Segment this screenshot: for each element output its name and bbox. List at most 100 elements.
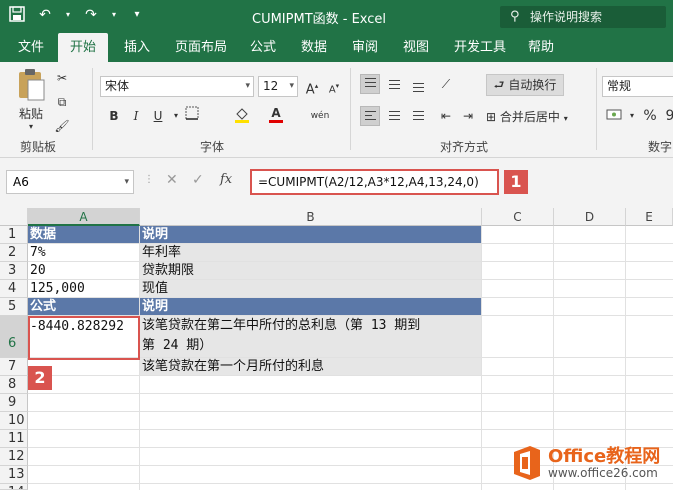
- redo-icon[interactable]: ↷: [82, 6, 100, 24]
- accounting-format-icon[interactable]: [604, 106, 624, 126]
- row-header-1[interactable]: 1: [0, 226, 28, 244]
- cell-b4[interactable]: 现值: [140, 280, 482, 298]
- number-format-select[interactable]: 常规: [602, 76, 673, 97]
- search-placeholder: 操作说明搜索: [530, 10, 603, 24]
- grow-font-icon[interactable]: A▴: [302, 76, 322, 97]
- column-header-e[interactable]: E: [626, 208, 673, 226]
- comma-style-button[interactable]: 9: [660, 106, 673, 126]
- tab-data[interactable]: 数据: [301, 33, 327, 62]
- row-header-3[interactable]: 3: [0, 262, 28, 280]
- tab-formulas[interactable]: 公式: [250, 33, 276, 62]
- tab-help[interactable]: 帮助: [528, 33, 554, 62]
- customize-qat-icon[interactable]: ▾: [128, 6, 146, 24]
- cell-a1[interactable]: 数据: [28, 226, 140, 244]
- column-header-a[interactable]: A: [28, 208, 140, 226]
- bold-button[interactable]: B: [104, 106, 124, 126]
- paste-button[interactable]: 粘贴 ▾: [14, 68, 48, 131]
- row-header-14[interactable]: 14: [0, 484, 28, 490]
- tab-view[interactable]: 视图: [403, 33, 429, 62]
- save-icon[interactable]: [8, 6, 26, 24]
- align-right-button[interactable]: [408, 106, 428, 126]
- name-box[interactable]: A6 ▾: [6, 170, 134, 194]
- tab-home[interactable]: 开始: [58, 33, 109, 62]
- copy-icon[interactable]: ⧉: [52, 92, 72, 112]
- ribbon-collapse-chevron-icon[interactable]: ⌃: [653, 148, 660, 157]
- row-header-10[interactable]: 10: [0, 412, 28, 430]
- column-header-c[interactable]: C: [482, 208, 554, 226]
- row-header-11[interactable]: 11: [0, 430, 28, 448]
- cell-b2[interactable]: 年利率: [140, 244, 482, 262]
- ribbon-separator: [92, 68, 93, 150]
- row-header-8[interactable]: 8: [0, 376, 28, 394]
- row-header-13[interactable]: 13: [0, 466, 28, 484]
- align-center-button[interactable]: [384, 106, 404, 126]
- row-header-5[interactable]: 5: [0, 298, 28, 316]
- cell-a4[interactable]: 125,000: [28, 280, 140, 298]
- bottom-align-button[interactable]: [408, 74, 428, 94]
- font-size-select[interactable]: 12 ▾: [258, 76, 298, 97]
- ribbon-separator: [350, 68, 351, 150]
- insert-function-icon[interactable]: fx: [220, 172, 232, 187]
- format-painter-icon[interactable]: 🖌: [52, 116, 72, 136]
- accounting-dropdown-icon[interactable]: ▾: [622, 106, 642, 126]
- redo-dropdown-icon[interactable]: ▾: [110, 6, 118, 24]
- phonetic-icon[interactable]: wén: [310, 106, 330, 126]
- cell-b5[interactable]: 说明: [140, 298, 482, 316]
- font-name-select[interactable]: 宋体 ▾: [100, 76, 254, 97]
- tab-file[interactable]: 文件: [18, 33, 44, 62]
- undo-icon[interactable]: ↶: [36, 6, 54, 24]
- shrink-font-icon[interactable]: A▾: [324, 76, 344, 96]
- top-align-button[interactable]: [360, 74, 380, 94]
- merge-center-button[interactable]: ⊞ 合并后居中 ▾: [486, 106, 586, 128]
- tab-page-layout[interactable]: 页面布局: [175, 33, 227, 62]
- cancel-icon[interactable]: ✕: [166, 172, 178, 188]
- percent-button[interactable]: %: [640, 106, 660, 126]
- group-label-font: 字体: [200, 140, 225, 154]
- orientation-icon[interactable]: ⟋: [436, 74, 456, 94]
- selected-cell-highlight: [28, 316, 140, 360]
- cell-b6[interactable]: 该笔贷款在第二年中所付的总利息（第 13 期到 第 24 期）: [140, 316, 482, 358]
- select-all-corner[interactable]: [0, 208, 28, 226]
- watermark-brand: Office教程网: [548, 446, 661, 467]
- underline-button[interactable]: U: [148, 106, 168, 126]
- row-header-7[interactable]: 7: [0, 358, 28, 376]
- tell-me-search[interactable]: ⚲ 操作说明搜索: [500, 6, 666, 28]
- tab-developer[interactable]: 开发工具: [454, 33, 506, 62]
- row-header-9[interactable]: 9: [0, 394, 28, 412]
- wrap-text-button[interactable]: ⮐ 自动换行: [486, 74, 564, 96]
- chevron-down-icon: ▾: [563, 114, 568, 123]
- undo-dropdown-icon[interactable]: ▾: [64, 6, 72, 24]
- cell-b7[interactable]: 该笔贷款在第一个月所付的利息: [140, 358, 482, 376]
- wrap-text-icon: ⮐: [493, 78, 505, 92]
- middle-align-button[interactable]: [384, 74, 404, 94]
- cell-a5[interactable]: 公式: [28, 298, 140, 316]
- row-header-12[interactable]: 12: [0, 448, 28, 466]
- chevron-down-icon: ▾: [124, 177, 129, 187]
- formula-input[interactable]: =CUMIPMT(A2/12,A3*12,A4,13,24,0): [250, 169, 499, 195]
- font-color-icon[interactable]: A: [266, 106, 286, 126]
- align-left-button[interactable]: [360, 106, 380, 126]
- cell-b6-line1: 该笔贷款在第二年中所付的总利息（第 13 期到: [142, 318, 421, 333]
- increase-indent-icon[interactable]: ⇥: [458, 106, 478, 126]
- group-label-alignment: 对齐方式: [440, 140, 489, 154]
- cell-b3[interactable]: 贷款期限: [140, 262, 482, 280]
- borders-icon[interactable]: [182, 106, 202, 126]
- row-header-2[interactable]: 2: [0, 244, 28, 262]
- tab-review[interactable]: 审阅: [352, 33, 378, 62]
- callout-badge-2: 2: [28, 366, 52, 390]
- fill-color-icon[interactable]: [232, 106, 252, 126]
- column-header-d[interactable]: D: [554, 208, 626, 226]
- cell-a2[interactable]: 7%: [28, 244, 140, 262]
- cell-a3[interactable]: 20: [28, 262, 140, 280]
- row-header-6[interactable]: 6: [0, 316, 28, 358]
- cut-icon[interactable]: ✂: [52, 68, 72, 88]
- column-header-b[interactable]: B: [140, 208, 482, 226]
- cell-b1[interactable]: 说明: [140, 226, 482, 244]
- chevron-down-icon: ▾: [245, 81, 250, 91]
- group-label-number: 数字: [648, 140, 673, 154]
- row-header-4[interactable]: 4: [0, 280, 28, 298]
- enter-icon[interactable]: ✓: [192, 172, 204, 188]
- italic-button[interactable]: I: [126, 106, 146, 126]
- tab-insert[interactable]: 插入: [124, 33, 150, 62]
- decrease-indent-icon[interactable]: ⇤: [436, 106, 456, 126]
